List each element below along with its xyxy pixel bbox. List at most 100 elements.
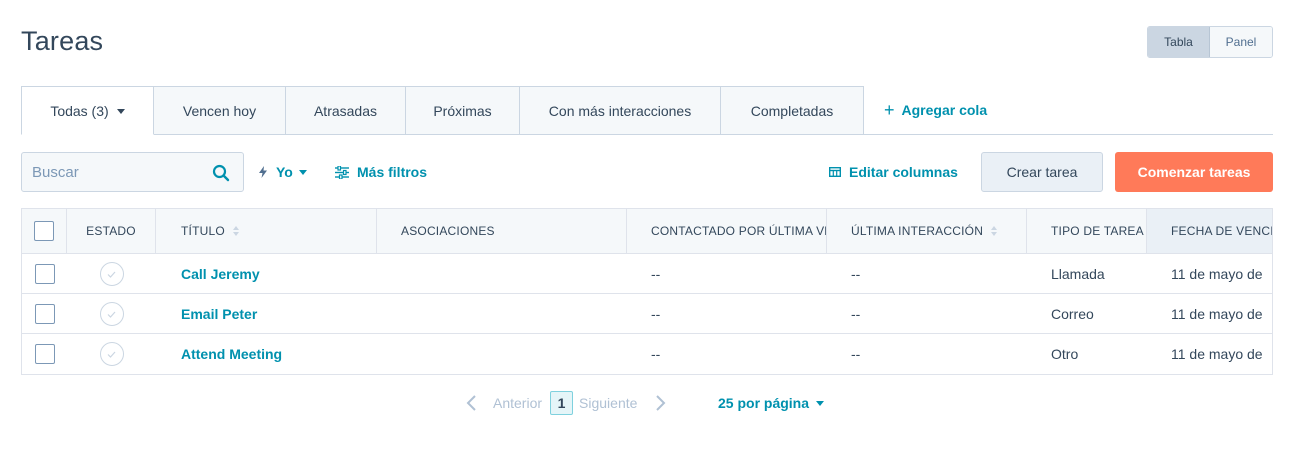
queue-tabs: Todas (3) Vencen hoy Atrasadas Próximas … xyxy=(21,86,864,135)
column-header-label: ESTADO xyxy=(86,224,136,238)
tab-upcoming[interactable]: Próximas xyxy=(406,86,520,135)
checkmark-icon xyxy=(107,351,116,358)
tasks-table: ESTADO TÍTULO ASOCIACIONES CONTACTADO PO… xyxy=(21,208,1273,375)
header-last-contacted[interactable]: CONTACTADO POR ÚLTIMA VEZ xyxy=(627,209,827,253)
owner-filter-label: Yo xyxy=(276,164,293,180)
complete-task-button[interactable] xyxy=(99,302,124,326)
select-all-checkbox[interactable] xyxy=(34,221,54,241)
row-select-cell xyxy=(22,294,67,334)
table-row[interactable]: Email Peter -- -- Correo 11 de mayo de xyxy=(22,294,1272,334)
tab-label: Atrasadas xyxy=(313,102,378,119)
task-type-cell: Llamada xyxy=(1051,266,1105,282)
board-view-button[interactable]: Panel xyxy=(1210,27,1272,57)
header-select-all-cell xyxy=(22,209,67,253)
edit-columns-button[interactable]: Editar columnas xyxy=(829,162,958,182)
owner-filter-dropdown[interactable]: Yo xyxy=(258,162,307,182)
tab-label: Todas (3) xyxy=(50,102,109,119)
per-page-label: 25 por página xyxy=(718,395,810,411)
per-page-dropdown[interactable]: 25 por página xyxy=(718,393,825,413)
task-title-link[interactable]: Attend Meeting xyxy=(181,334,371,374)
table-view-button[interactable]: Tabla xyxy=(1148,27,1210,57)
sort-icon xyxy=(232,226,239,236)
add-queue-label: Agregar cola xyxy=(901,102,988,118)
chevron-right-icon[interactable] xyxy=(653,394,667,412)
search-icon[interactable] xyxy=(212,164,230,182)
tab-due-today[interactable]: Vencen hoy xyxy=(154,86,286,135)
next-page-button[interactable]: Siguiente xyxy=(579,395,637,411)
more-filters-label: Más filtros xyxy=(357,164,428,180)
due-date-cell: 11 de mayo de xyxy=(1171,306,1263,322)
task-type-cell: Otro xyxy=(1051,346,1079,362)
last-contacted-cell: -- xyxy=(651,346,661,362)
header-task-type[interactable]: TIPO DE TAREA xyxy=(1027,209,1147,253)
tabs-divider xyxy=(863,134,1273,135)
associations-cell xyxy=(401,254,621,294)
column-header-label: ÚLTIMA INTERACCIÓN xyxy=(851,224,984,238)
row-checkbox[interactable] xyxy=(34,264,55,284)
sort-icon xyxy=(991,226,998,236)
pagination: Anterior 1 Siguiente xyxy=(465,390,667,416)
add-queue-button[interactable]: + Agregar cola xyxy=(884,100,987,120)
tab-label: Completadas xyxy=(750,102,834,119)
last-engagement-cell: -- xyxy=(851,306,861,322)
start-tasks-button[interactable]: Comenzar tareas xyxy=(1115,152,1273,192)
search-input[interactable] xyxy=(22,163,202,181)
header-status: ESTADO xyxy=(67,209,156,253)
page-title: Tareas xyxy=(21,26,104,56)
tab-overdue[interactable]: Atrasadas xyxy=(286,86,406,135)
more-filters-button[interactable]: Más filtros xyxy=(335,162,427,182)
chevron-left-icon[interactable] xyxy=(465,394,479,412)
view-toggle: Tabla Panel xyxy=(1147,26,1273,58)
tab-most-engaged[interactable]: Con más interacciones xyxy=(520,86,721,135)
column-header-label: TIPO DE TAREA xyxy=(1051,224,1144,238)
last-contacted-cell: -- xyxy=(651,266,661,282)
tab-completed[interactable]: Completadas xyxy=(721,86,864,135)
columns-icon xyxy=(829,167,841,177)
lightning-icon xyxy=(259,166,267,178)
tab-all[interactable]: Todas (3) xyxy=(21,86,154,135)
status-cell xyxy=(67,294,156,334)
caret-down-icon xyxy=(816,400,825,406)
current-page-button[interactable]: 1 xyxy=(550,391,574,415)
task-title-link[interactable]: Call Jeremy xyxy=(181,254,371,294)
tab-label: Próximas xyxy=(433,102,492,119)
associations-cell xyxy=(401,294,621,334)
tab-label: Con más interacciones xyxy=(548,102,692,119)
last-engagement-cell: -- xyxy=(851,266,861,282)
tab-label: Vencen hoy xyxy=(182,102,257,119)
last-engagement-cell: -- xyxy=(851,346,861,362)
edit-columns-label: Editar columnas xyxy=(849,164,958,180)
table-header: ESTADO TÍTULO ASOCIACIONES CONTACTADO PO… xyxy=(22,209,1273,254)
complete-task-button[interactable] xyxy=(99,342,124,366)
status-cell xyxy=(67,254,156,294)
row-checkbox[interactable] xyxy=(34,304,55,324)
header-due-date[interactable]: FECHA DE VENCIMIENTO xyxy=(1147,209,1273,253)
task-title-link[interactable]: Email Peter xyxy=(181,294,371,334)
column-header-label: FECHA DE VENCIMIENTO xyxy=(1171,224,1273,238)
complete-task-button[interactable] xyxy=(99,262,124,286)
column-header-label: CONTACTADO POR ÚLTIMA VEZ xyxy=(651,224,827,238)
associations-cell xyxy=(401,334,621,374)
header-last-engagement[interactable]: ÚLTIMA INTERACCIÓN xyxy=(827,209,1027,253)
header-title[interactable]: TÍTULO xyxy=(156,209,377,253)
task-type-cell: Correo xyxy=(1051,306,1094,322)
column-header-label: ASOCIACIONES xyxy=(401,224,495,238)
row-checkbox[interactable] xyxy=(34,344,55,364)
search-box xyxy=(21,152,244,192)
row-select-cell xyxy=(22,254,67,294)
table-row[interactable]: Call Jeremy -- -- Llamada 11 de mayo de xyxy=(22,254,1272,294)
due-date-cell: 11 de mayo de xyxy=(1171,346,1263,362)
create-task-button[interactable]: Crear tarea xyxy=(981,152,1103,192)
checkmark-icon xyxy=(107,311,116,318)
plus-icon: + xyxy=(884,100,895,120)
checkmark-icon xyxy=(107,271,116,278)
filter-sliders-icon xyxy=(335,165,349,179)
header-associations: ASOCIACIONES xyxy=(377,209,627,253)
due-date-cell: 11 de mayo de xyxy=(1171,266,1263,282)
last-contacted-cell: -- xyxy=(651,306,661,322)
caret-down-icon xyxy=(116,108,125,114)
table-row[interactable]: Attend Meeting -- -- Otro 11 de mayo de xyxy=(22,334,1272,374)
status-cell xyxy=(67,334,156,374)
caret-down-icon xyxy=(298,169,307,175)
previous-page-button[interactable]: Anterior xyxy=(493,395,542,411)
